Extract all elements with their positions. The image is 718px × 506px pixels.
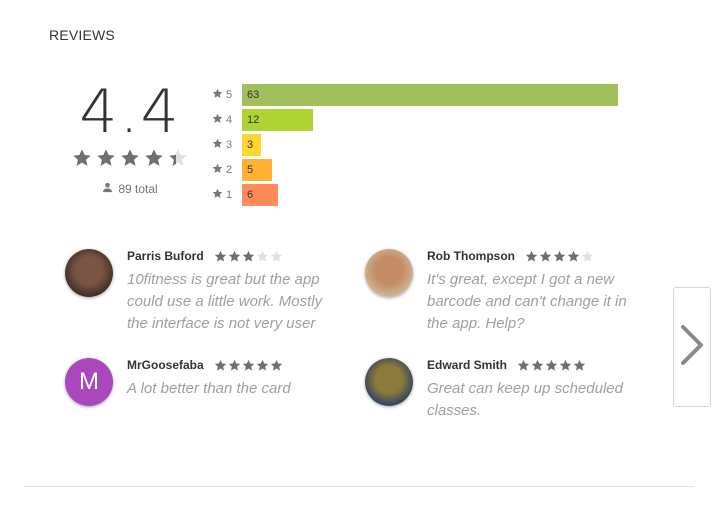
star-icon <box>212 113 223 127</box>
histogram-star-count: 4 <box>226 113 233 126</box>
histogram-row-5: 5 63 <box>212 82 618 107</box>
histogram-bar: 12 <box>242 108 313 131</box>
histogram-bar: 63 <box>242 83 618 106</box>
star-filled-icon <box>144 148 164 168</box>
star-filled-icon <box>567 250 580 263</box>
reviewer-name[interactable]: Edward Smith <box>427 358 507 372</box>
star-filled-icon <box>545 359 558 372</box>
histogram-row-3: 33 <box>212 132 618 157</box>
histogram-row-4: 4 12 <box>212 107 618 132</box>
review-rating-stars <box>214 250 283 263</box>
review-item: Rob Thompson It's great, except I got a n… <box>365 249 655 339</box>
review-rating-stars <box>214 359 283 372</box>
review-header: Edward Smith <box>427 358 586 372</box>
rating-summary: 4.4 89 total <box>68 77 192 196</box>
histogram-star-count: 3 <box>226 138 233 151</box>
histogram-bar: 3 <box>242 133 261 156</box>
star-filled-icon <box>539 250 552 263</box>
star-filled-icon <box>270 359 283 372</box>
review-rating-stars <box>517 359 586 372</box>
review-header: Parris Buford <box>127 249 283 263</box>
total-reviews: 89 total <box>68 182 192 196</box>
avatar: M <box>65 358 113 406</box>
star-icon <box>212 188 223 202</box>
star-filled-icon <box>96 148 116 168</box>
person-icon <box>102 182 113 196</box>
total-count: 89 total <box>118 182 158 196</box>
histogram-bar-value: 12 <box>247 113 260 126</box>
histogram-label: 1 <box>212 188 242 202</box>
avatar <box>365 249 413 297</box>
section-title: REVIEWS <box>49 27 115 43</box>
review-text: A lot better than the card <box>127 380 291 397</box>
review-item: Edward Smith Great can keep up scheduled … <box>365 358 655 448</box>
star-filled-icon <box>214 359 227 372</box>
star-filled-icon <box>559 359 572 372</box>
histogram-row-1: 16 <box>212 182 618 207</box>
chevron-right-icon <box>679 323 705 372</box>
review-item: Parris Buford 10fitness is great but the … <box>65 249 355 339</box>
histogram-label: 4 <box>212 113 242 127</box>
star-filled-icon <box>256 359 269 372</box>
star-filled-icon <box>553 250 566 263</box>
histogram-bar-value: 63 <box>247 88 260 101</box>
histogram-bar: 5 <box>242 158 272 181</box>
divider <box>24 486 694 487</box>
star-filled-icon <box>228 250 241 263</box>
review-text: 10fitness is great but the app could use… <box>127 271 323 332</box>
histogram-row-2: 25 <box>212 157 618 182</box>
star-filled-icon <box>228 359 241 372</box>
histogram-bar: 6 <box>242 183 278 206</box>
rating-histogram: 5 63 4 12 3 3 2 5 1 6 <box>212 82 618 207</box>
star-filled-icon <box>214 250 227 263</box>
star-empty-icon <box>581 250 594 263</box>
histogram-star-count: 5 <box>226 88 233 101</box>
star-filled-icon <box>517 359 530 372</box>
next-reviews-button[interactable] <box>673 287 711 407</box>
review-text: Great can keep up scheduled classes. <box>427 380 623 419</box>
histogram-bar-value: 5 <box>247 163 254 176</box>
reviewer-name[interactable]: MrGoosefaba <box>127 358 204 372</box>
review-header: MrGoosefaba <box>127 358 283 372</box>
histogram-star-count: 1 <box>226 188 233 201</box>
star-icon <box>212 138 223 152</box>
star-filled-icon <box>72 148 92 168</box>
histogram-star-count: 2 <box>226 163 233 176</box>
star-filled-icon <box>531 359 544 372</box>
avatar <box>65 249 113 297</box>
star-empty-icon <box>256 250 269 263</box>
reviewer-name[interactable]: Parris Buford <box>127 249 204 263</box>
star-filled-icon <box>573 359 586 372</box>
avatar-letter: M <box>79 368 99 395</box>
star-icon <box>212 88 223 102</box>
average-rating-stars <box>72 148 188 168</box>
histogram-bar-value: 3 <box>247 138 254 151</box>
review-header: Rob Thompson <box>427 249 594 263</box>
reviewer-name[interactable]: Rob Thompson <box>427 249 515 263</box>
star-filled-icon <box>242 250 255 263</box>
star-filled-icon <box>120 148 140 168</box>
average-rating: 4.4 <box>79 77 181 147</box>
histogram-bar-value: 6 <box>247 188 254 201</box>
review-item: M MrGoosefaba A lot better than the card <box>65 358 355 448</box>
histogram-label: 3 <box>212 138 242 152</box>
avatar <box>365 358 413 406</box>
star-filled-icon <box>242 359 255 372</box>
star-icon <box>212 163 223 177</box>
review-text: It's great, except I got a new barcode a… <box>427 271 627 332</box>
star-empty-icon <box>270 250 283 263</box>
review-rating-stars <box>525 250 594 263</box>
histogram-label: 5 <box>212 88 242 102</box>
histogram-label: 2 <box>212 163 242 177</box>
star-filled-icon <box>525 250 538 263</box>
star-half-icon <box>168 148 188 168</box>
